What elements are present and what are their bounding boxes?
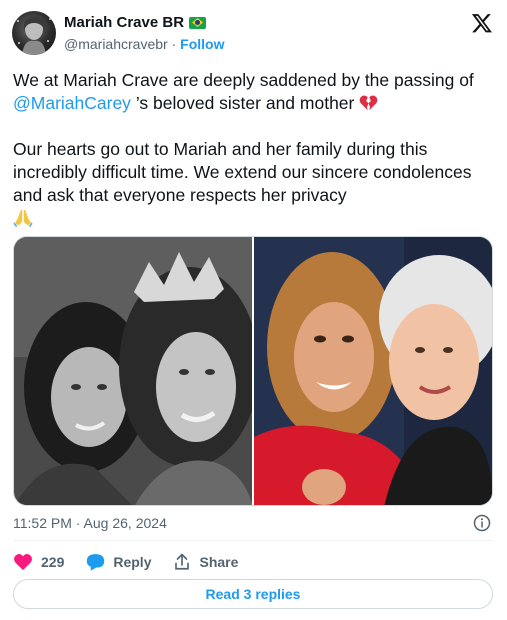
tweet-paragraph-1: We at Mariah Crave are deeply saddened b… (13, 69, 498, 115)
media-grid[interactable] (13, 236, 493, 506)
x-logo-icon[interactable] (471, 12, 493, 34)
author-handle[interactable]: @mariahcravebr (64, 36, 168, 52)
heart-icon (14, 554, 32, 571)
tweet-paragraph-2-text: Our hearts go out to Mariah and her fami… (13, 139, 472, 205)
info-icon[interactable] (473, 514, 491, 532)
read-replies-label: Read 3 replies (205, 586, 301, 602)
reply-bubble-icon (87, 554, 105, 571)
color-photo[interactable] (254, 237, 492, 505)
share-label: Share (199, 554, 239, 570)
author-handle-row: @mariahcravebr · Follow (64, 36, 224, 52)
action-bar: 229 Reply Share (13, 552, 260, 572)
brazil-flag-icon (189, 16, 207, 29)
tweet-line1: We at Mariah Crave are deeply saddened b… (13, 70, 474, 90)
tweet-text: We at Mariah Crave are deeply saddened b… (13, 69, 498, 230)
avatar[interactable] (12, 11, 56, 55)
folded-hands-icon (13, 209, 33, 227)
broken-heart-icon (359, 95, 378, 111)
follow-button[interactable]: Follow (180, 36, 224, 52)
separator: · (171, 36, 177, 52)
author-name-row: Mariah Crave BR (64, 14, 207, 31)
like-button[interactable]: 229 (13, 553, 64, 571)
reply-label: Reply (113, 554, 152, 570)
author-display-name[interactable]: Mariah Crave BR (64, 14, 184, 31)
tweet-card: Mariah Crave BR @mariahcravebr · Follow … (0, 0, 507, 620)
share-icon (175, 553, 190, 570)
tweet-paragraph-2: Our hearts go out to Mariah and her fami… (13, 138, 498, 207)
tweet-timestamp[interactable]: 11:52 PM · Aug 26, 2024 (13, 515, 167, 531)
divider (13, 540, 493, 541)
tweet-paragraph-3 (13, 207, 498, 230)
tweet-line2: ’s beloved sister and mother (135, 93, 355, 113)
share-button[interactable]: Share (173, 553, 238, 571)
reply-button[interactable]: Reply (86, 553, 151, 571)
mention-link[interactable]: @MariahCarey (13, 93, 131, 113)
read-replies-button[interactable]: Read 3 replies (13, 579, 493, 609)
like-count: 229 (41, 554, 65, 570)
black-and-white-photo[interactable] (14, 237, 252, 505)
